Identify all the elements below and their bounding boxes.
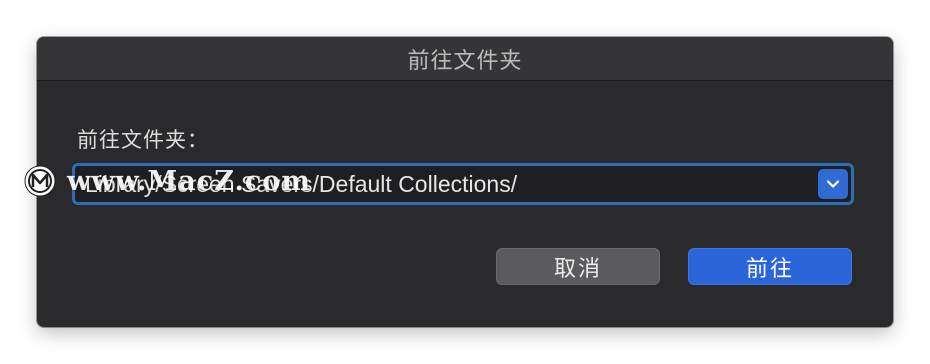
path-input[interactable] (75, 166, 817, 202)
path-combobox[interactable] (72, 163, 854, 205)
cancel-button[interactable]: 取消 (496, 248, 660, 285)
chevron-down-icon (826, 180, 840, 188)
prompt-label: 前往文件夹： (77, 128, 209, 152)
go-to-folder-dialog: 前往文件夹 前往文件夹： 取消 前往 (37, 37, 893, 327)
dialog-titlebar: 前往文件夹 (37, 37, 893, 81)
dialog-title: 前往文件夹 (407, 48, 523, 74)
path-history-dropdown-button[interactable] (818, 169, 848, 199)
go-button[interactable]: 前往 (688, 248, 852, 285)
